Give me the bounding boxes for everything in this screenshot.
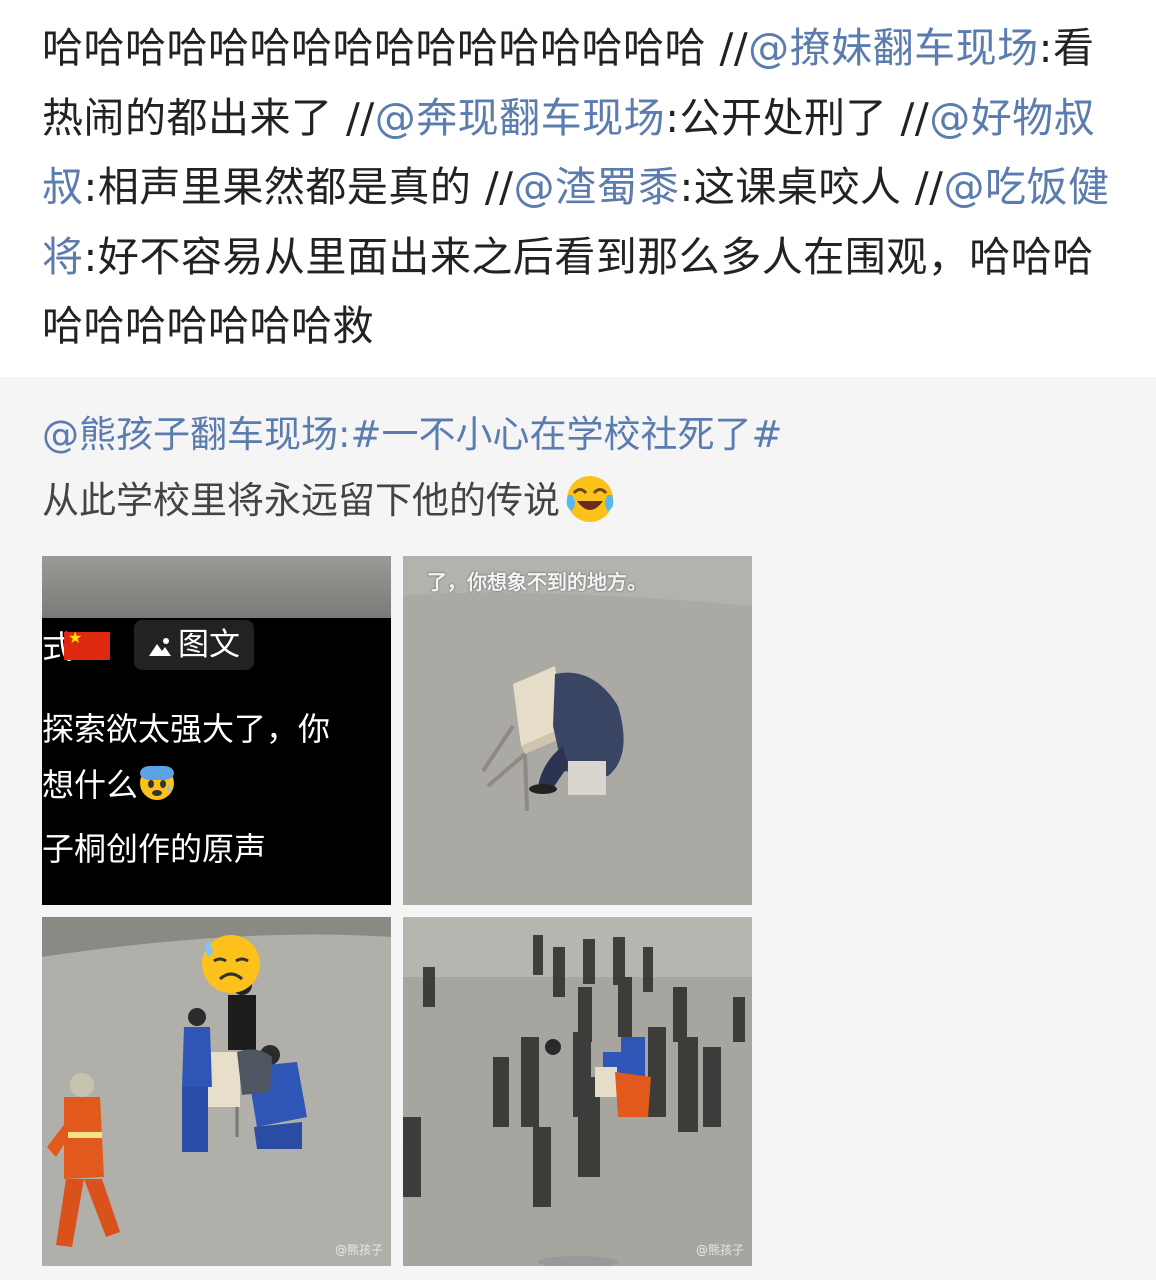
blurred-top-strip	[42, 556, 391, 618]
original-author-mention[interactable]: @熊孩子翻车现场	[42, 413, 338, 456]
repost-comment-text: :好不容易从里面出来之后看到那么多人在围观，哈哈哈哈哈哈哈哈哈哈救	[42, 232, 1094, 351]
desk-scene-illustration	[403, 556, 752, 905]
original-post-body: 从此学校里将永远留下他的传说	[42, 479, 560, 522]
repost-comment-text: :这课桌咬人	[679, 163, 915, 211]
china-flag-icon	[64, 628, 110, 660]
photo1-line2: 想什么	[42, 760, 176, 806]
original-post-text: @熊孩子翻车现场:#一不小心在学校社死了# 从此学校里将永远留下他的传说	[42, 402, 1112, 534]
post-image-2[interactable]: 了，你想象不到的地方。	[403, 556, 752, 905]
photo1-line2-text: 想什么	[42, 766, 139, 804]
photo1-line1: 探索欲太强大了，你	[42, 710, 331, 748]
laughing-crying-emoji-icon	[566, 476, 614, 522]
repost-comment-text: 哈哈哈哈哈哈哈哈哈哈哈哈哈哈哈哈	[42, 24, 720, 72]
repost-chain-text: 哈哈哈哈哈哈哈哈哈哈哈哈哈哈哈哈 //@撩妹翻车现场:看热闹的都出来了 //@奔…	[42, 14, 1117, 362]
image-text-tag: 图文	[134, 620, 254, 670]
image-text-tag-label: 图文	[178, 627, 240, 663]
repost-separator: //	[900, 93, 930, 142]
photo2-caption: 了，你想象不到的地方。	[427, 570, 647, 594]
user-mention-link[interactable]: @撩妹翻车现场	[748, 24, 1039, 72]
crowd-scene-illustration	[403, 917, 752, 1266]
post-image-3[interactable]: @熊孩子	[42, 917, 391, 1266]
repost-comment-text: :相声里果然都是真的	[83, 163, 485, 211]
weibo-watermark: @熊孩子	[334, 1243, 383, 1257]
repost-separator: //	[346, 93, 375, 142]
post-image-1[interactable]: 式 图文 探索欲太强大了，你 想什么 子桐创作的原声	[42, 556, 391, 905]
repost-comment-text: :公开处刑了	[665, 93, 901, 142]
repost-separator: //	[914, 163, 944, 211]
original-hashtag-text[interactable]: :#一不小心在学校社死了#	[338, 413, 782, 456]
repost-separator: //	[484, 163, 514, 211]
photo1-line3: 子桐创作的原声	[42, 830, 267, 868]
anxious-sweat-emoji-icon	[140, 766, 175, 800]
user-mention-link[interactable]: @渣蜀黍	[514, 163, 680, 211]
weibo-watermark: @熊孩子	[695, 1243, 744, 1257]
post-image-4[interactable]: @熊孩子	[403, 917, 752, 1266]
sad-sweat-emoji-icon	[202, 935, 260, 993]
repost-separator: //	[719, 24, 749, 72]
user-mention-link[interactable]: @奔现翻车现场	[375, 94, 666, 142]
mountain-image-icon	[149, 638, 171, 656]
